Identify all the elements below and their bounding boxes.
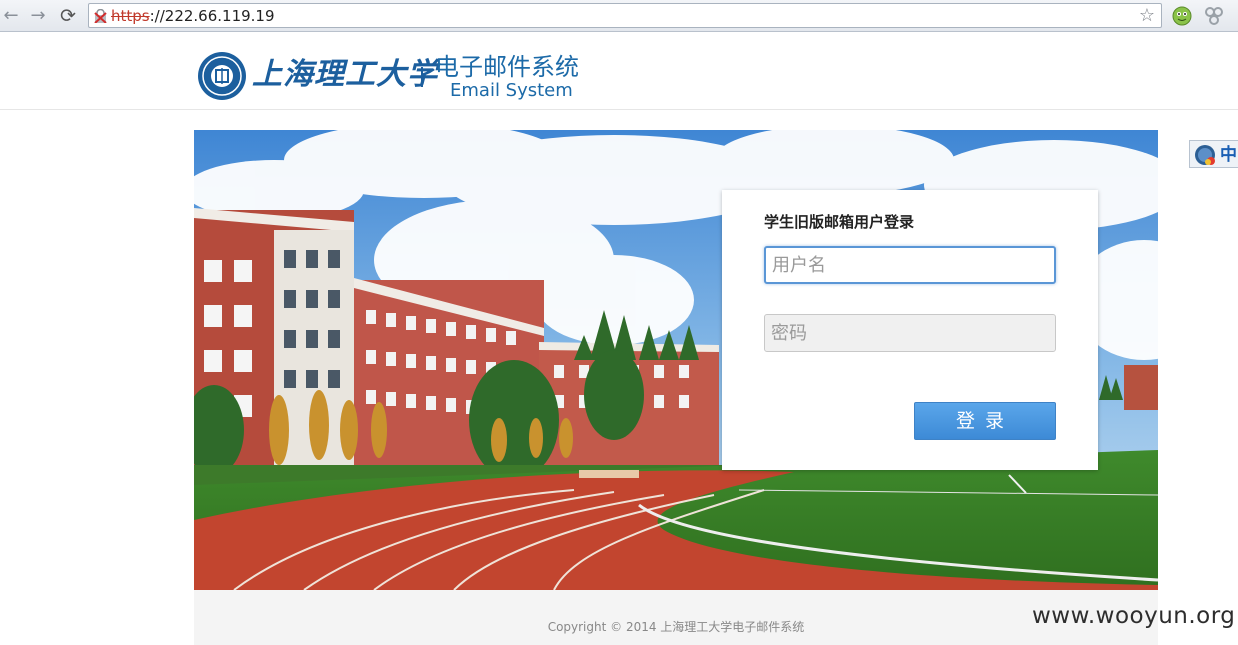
watermark: www.wooyun.org [1032,603,1236,629]
forward-icon[interactable]: → [27,5,49,27]
school-name: 上海理工大学 [252,57,438,92]
login-button[interactable]: 登录 [914,402,1056,440]
logo-divider [421,67,423,87]
bookmark-star-icon[interactable]: ☆ [1139,5,1155,26]
password-input[interactable] [764,314,1056,352]
browser-toolbar: ← → ⟳ https://222.66.119.19 ☆ [0,0,1238,32]
url-host: ://222.66.119.19 [149,7,275,25]
login-title: 学生旧版邮箱用户登录 [764,213,915,231]
side-floating-widget[interactable]: 中 [1189,140,1238,168]
address-bar[interactable]: https://222.66.119.19 ☆ [88,3,1162,28]
copyright-text: Copyright © 2014 上海理工大学电子邮件系统 [547,620,805,634]
reload-icon[interactable]: ⟳ [57,5,79,27]
url-scheme: https [111,7,150,25]
translator-badge-icon [1195,145,1215,165]
url-text: https://222.66.119.19 [111,7,275,25]
system-name-cn: 电子邮件系统 [435,53,579,81]
site-header: 上海理工大学 电子邮件系统 Email System [0,33,1238,110]
footer: Copyright © 2014 上海理工大学电子邮件系统 [194,590,1158,645]
extension-puzzle-icon[interactable] [1202,4,1226,28]
system-name-en: Email System [450,80,573,101]
login-panel: 学生旧版邮箱用户登录 登录 [722,190,1098,470]
extension-face-icon[interactable] [1170,4,1194,28]
side-widget-label: 中 [1220,145,1237,165]
university-seal-icon [198,52,246,100]
broken-lock-icon[interactable] [94,9,107,23]
back-icon[interactable]: ← [0,5,22,27]
username-input[interactable] [764,246,1056,284]
